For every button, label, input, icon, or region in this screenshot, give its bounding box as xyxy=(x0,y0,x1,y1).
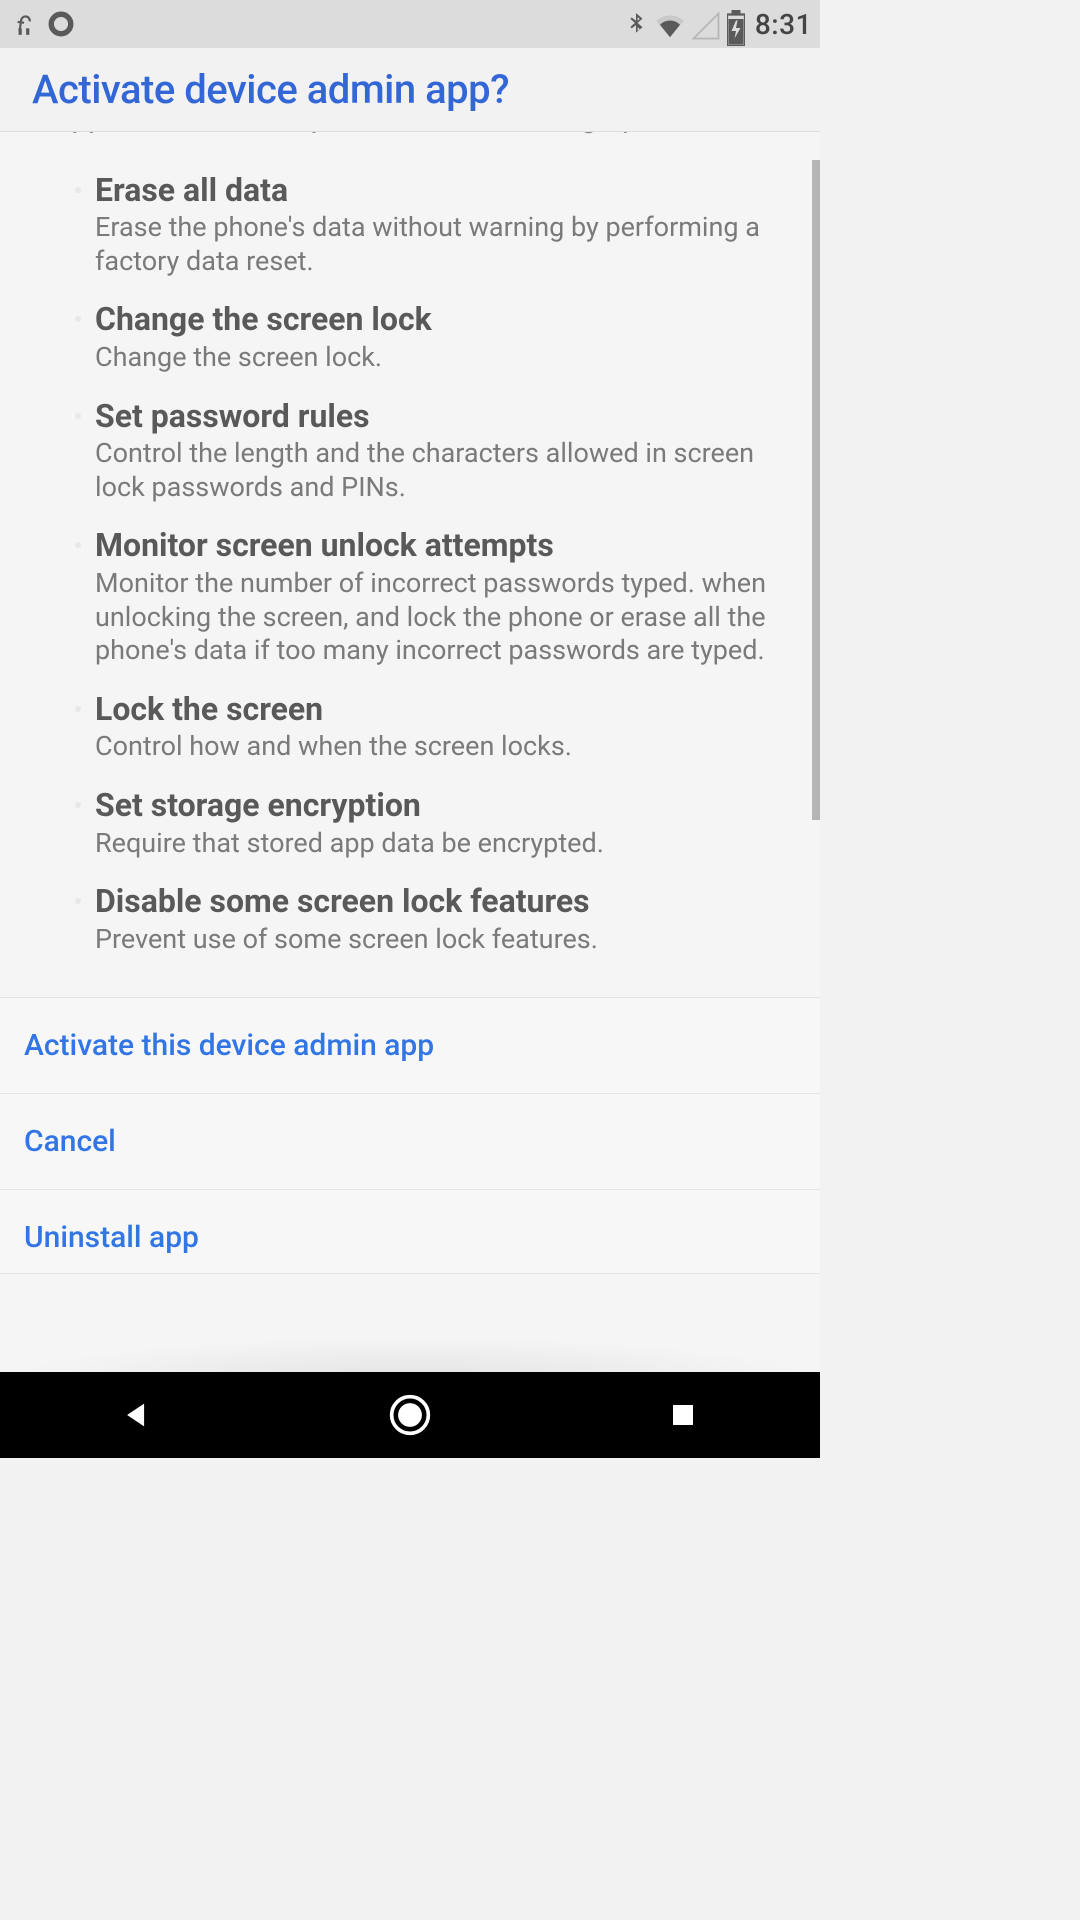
policy-title: Lock the screen xyxy=(95,690,780,728)
fi-network-icon xyxy=(12,11,38,37)
activate-button[interactable]: Activate this device admin app xyxy=(0,997,820,1094)
circle-icon xyxy=(48,11,74,37)
policy-title: Monitor screen unlock attempts xyxy=(95,526,780,564)
policy-list: Erase all data Erase the phone's data wi… xyxy=(0,139,820,999)
status-bar: 8:31 xyxy=(0,0,820,48)
bullet-icon xyxy=(75,802,81,808)
policy-item: Set password rules Control the length an… xyxy=(95,397,780,505)
wifi-icon xyxy=(655,11,685,37)
bullet-icon xyxy=(75,706,81,712)
back-button[interactable] xyxy=(114,1392,160,1438)
policy-desc: Control how and when the screen locks. xyxy=(95,730,780,764)
policy-item: Change the screen lock Change the screen… xyxy=(95,300,780,374)
bullet-icon xyxy=(75,542,81,548)
policy-desc: Require that stored app data be encrypte… xyxy=(95,827,780,861)
battery-charging-icon xyxy=(727,10,745,38)
navigation-bar xyxy=(0,1372,820,1458)
actions-section: Activate this device admin app Cancel Un… xyxy=(0,997,820,1274)
uninstall-button[interactable]: Uninstall app xyxy=(0,1189,820,1274)
policy-desc: Erase the phone's data without warning b… xyxy=(95,211,780,279)
policy-title: Set storage encryption xyxy=(95,786,780,824)
home-button[interactable] xyxy=(387,1392,433,1438)
policy-item: Monitor screen unlock attempts Monitor t… xyxy=(95,526,780,668)
policy-desc: Monitor the number of incorrect password… xyxy=(95,567,780,668)
bullet-icon xyxy=(75,898,81,904)
policy-desc: Control the length and the characters al… xyxy=(95,437,780,505)
policy-desc: Change the screen lock. xyxy=(95,341,780,375)
bullet-icon xyxy=(75,316,81,322)
scrollbar-thumb[interactable] xyxy=(812,160,820,820)
recents-button[interactable] xyxy=(660,1392,706,1438)
policy-title: Disable some screen lock features xyxy=(95,882,780,920)
policy-item: Erase all data Erase the phone's data wi… xyxy=(95,171,780,279)
policy-title: Erase all data xyxy=(95,171,780,209)
page-title: Activate device admin app? xyxy=(32,66,788,113)
policy-item: Lock the screen Control how and when the… xyxy=(95,690,780,764)
cancel-button[interactable]: Cancel xyxy=(0,1093,820,1190)
bluetooth-icon xyxy=(623,11,649,37)
policy-item: Disable some screen lock features Preven… xyxy=(95,882,780,956)
bullet-icon xyxy=(75,413,81,419)
app-bar: Activate device admin app? xyxy=(0,48,820,132)
policy-title: Change the screen lock xyxy=(95,300,780,338)
lead-text: app CTS Verifier to perform the followin… xyxy=(0,132,820,139)
content-scroll[interactable]: app CTS Verifier to perform the followin… xyxy=(0,132,820,1372)
policy-title: Set password rules xyxy=(95,397,780,435)
cellular-empty-icon xyxy=(691,11,721,37)
status-clock: 8:31 xyxy=(751,8,812,41)
policy-item: Set storage encryption Require that stor… xyxy=(95,786,780,860)
policy-desc: Prevent use of some screen lock features… xyxy=(95,923,780,957)
bullet-icon xyxy=(75,187,81,193)
bottom-shadow xyxy=(0,1336,820,1372)
